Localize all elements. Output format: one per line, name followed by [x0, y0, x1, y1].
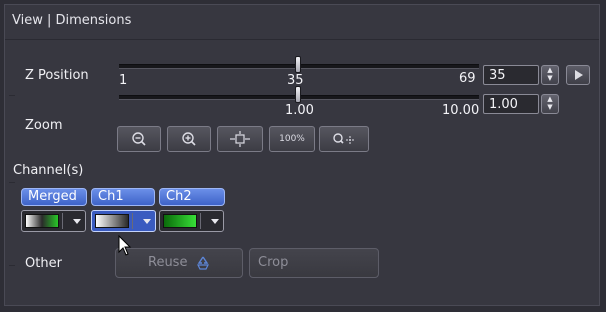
zoom-in-icon [182, 132, 196, 146]
ch1-lut-swatch [95, 214, 129, 228]
reuse-label: Reuse [148, 255, 188, 270]
channels-label: Channel(s) [13, 163, 84, 178]
zoom-value: 1.00 [489, 97, 518, 112]
ch2-lut-dropdown[interactable] [159, 210, 224, 232]
zoom-100-button[interactable]: 100% [269, 126, 315, 152]
chevron-down-icon [143, 219, 151, 224]
merged-lut-dropdown[interactable] [21, 210, 86, 232]
lut-divider [200, 213, 201, 229]
panel-title: View | Dimensions [12, 13, 132, 28]
zoom-stepper[interactable]: ▲ ▼ [541, 94, 559, 114]
z-position-spinbox[interactable]: 35 [483, 65, 539, 85]
zoom-slider-thumb[interactable] [295, 86, 301, 103]
zoom-in-button[interactable] [167, 126, 211, 152]
other-label: Other [25, 256, 62, 271]
zoom-max-label: 10.00 [442, 103, 480, 118]
zoom-label: Zoom [25, 118, 63, 133]
tab-ch1[interactable]: Ch1 [91, 188, 155, 206]
z-max-label: 69 [459, 71, 476, 86]
z-position-slider-thumb[interactable] [295, 56, 301, 73]
z-position-separator [9, 95, 15, 96]
recycle-icon [196, 256, 209, 270]
merged-lut-swatch [25, 214, 59, 228]
fit-to-window-button[interactable] [217, 126, 263, 152]
chevron-down-icon [73, 219, 81, 224]
ch1-lut-dropdown[interactable] [91, 210, 156, 232]
channels-separator [9, 182, 15, 183]
reuse-button[interactable]: Reuse [115, 248, 243, 278]
zoom-spinbox[interactable]: 1.00 [483, 94, 539, 114]
zoom-min-label: 1.00 [285, 103, 314, 118]
z-min-label: 1 [119, 73, 128, 88]
crop-button[interactable]: Crop [249, 248, 379, 278]
mouse-cursor-icon [118, 235, 132, 256]
crop-label: Crop [258, 255, 289, 270]
z-position-value: 35 [489, 68, 506, 83]
zoom-out-icon [132, 132, 146, 146]
play-icon [575, 70, 583, 80]
chevron-down-icon [211, 219, 219, 224]
play-button[interactable] [566, 65, 590, 85]
lut-divider [132, 213, 133, 229]
zoom-region-button[interactable] [319, 126, 369, 152]
tab-ch2[interactable]: Ch2 [159, 188, 225, 206]
fit-to-window-icon [230, 131, 250, 147]
dimensions-panel: View | Dimensions Z Position 1 35 69 35 … [4, 4, 600, 306]
z-position-label: Z Position [25, 68, 89, 83]
zoom-region-icon [333, 133, 354, 144]
title-divider [5, 39, 599, 40]
zoom-100-icon: 100% [279, 134, 305, 144]
zoom-out-button[interactable] [117, 126, 161, 152]
tab-merged[interactable]: Merged [21, 188, 87, 206]
ch2-lut-swatch [163, 214, 197, 228]
other-separator [9, 265, 15, 266]
lut-divider [62, 213, 63, 229]
z-position-stepper[interactable]: ▲ ▼ [541, 65, 559, 85]
